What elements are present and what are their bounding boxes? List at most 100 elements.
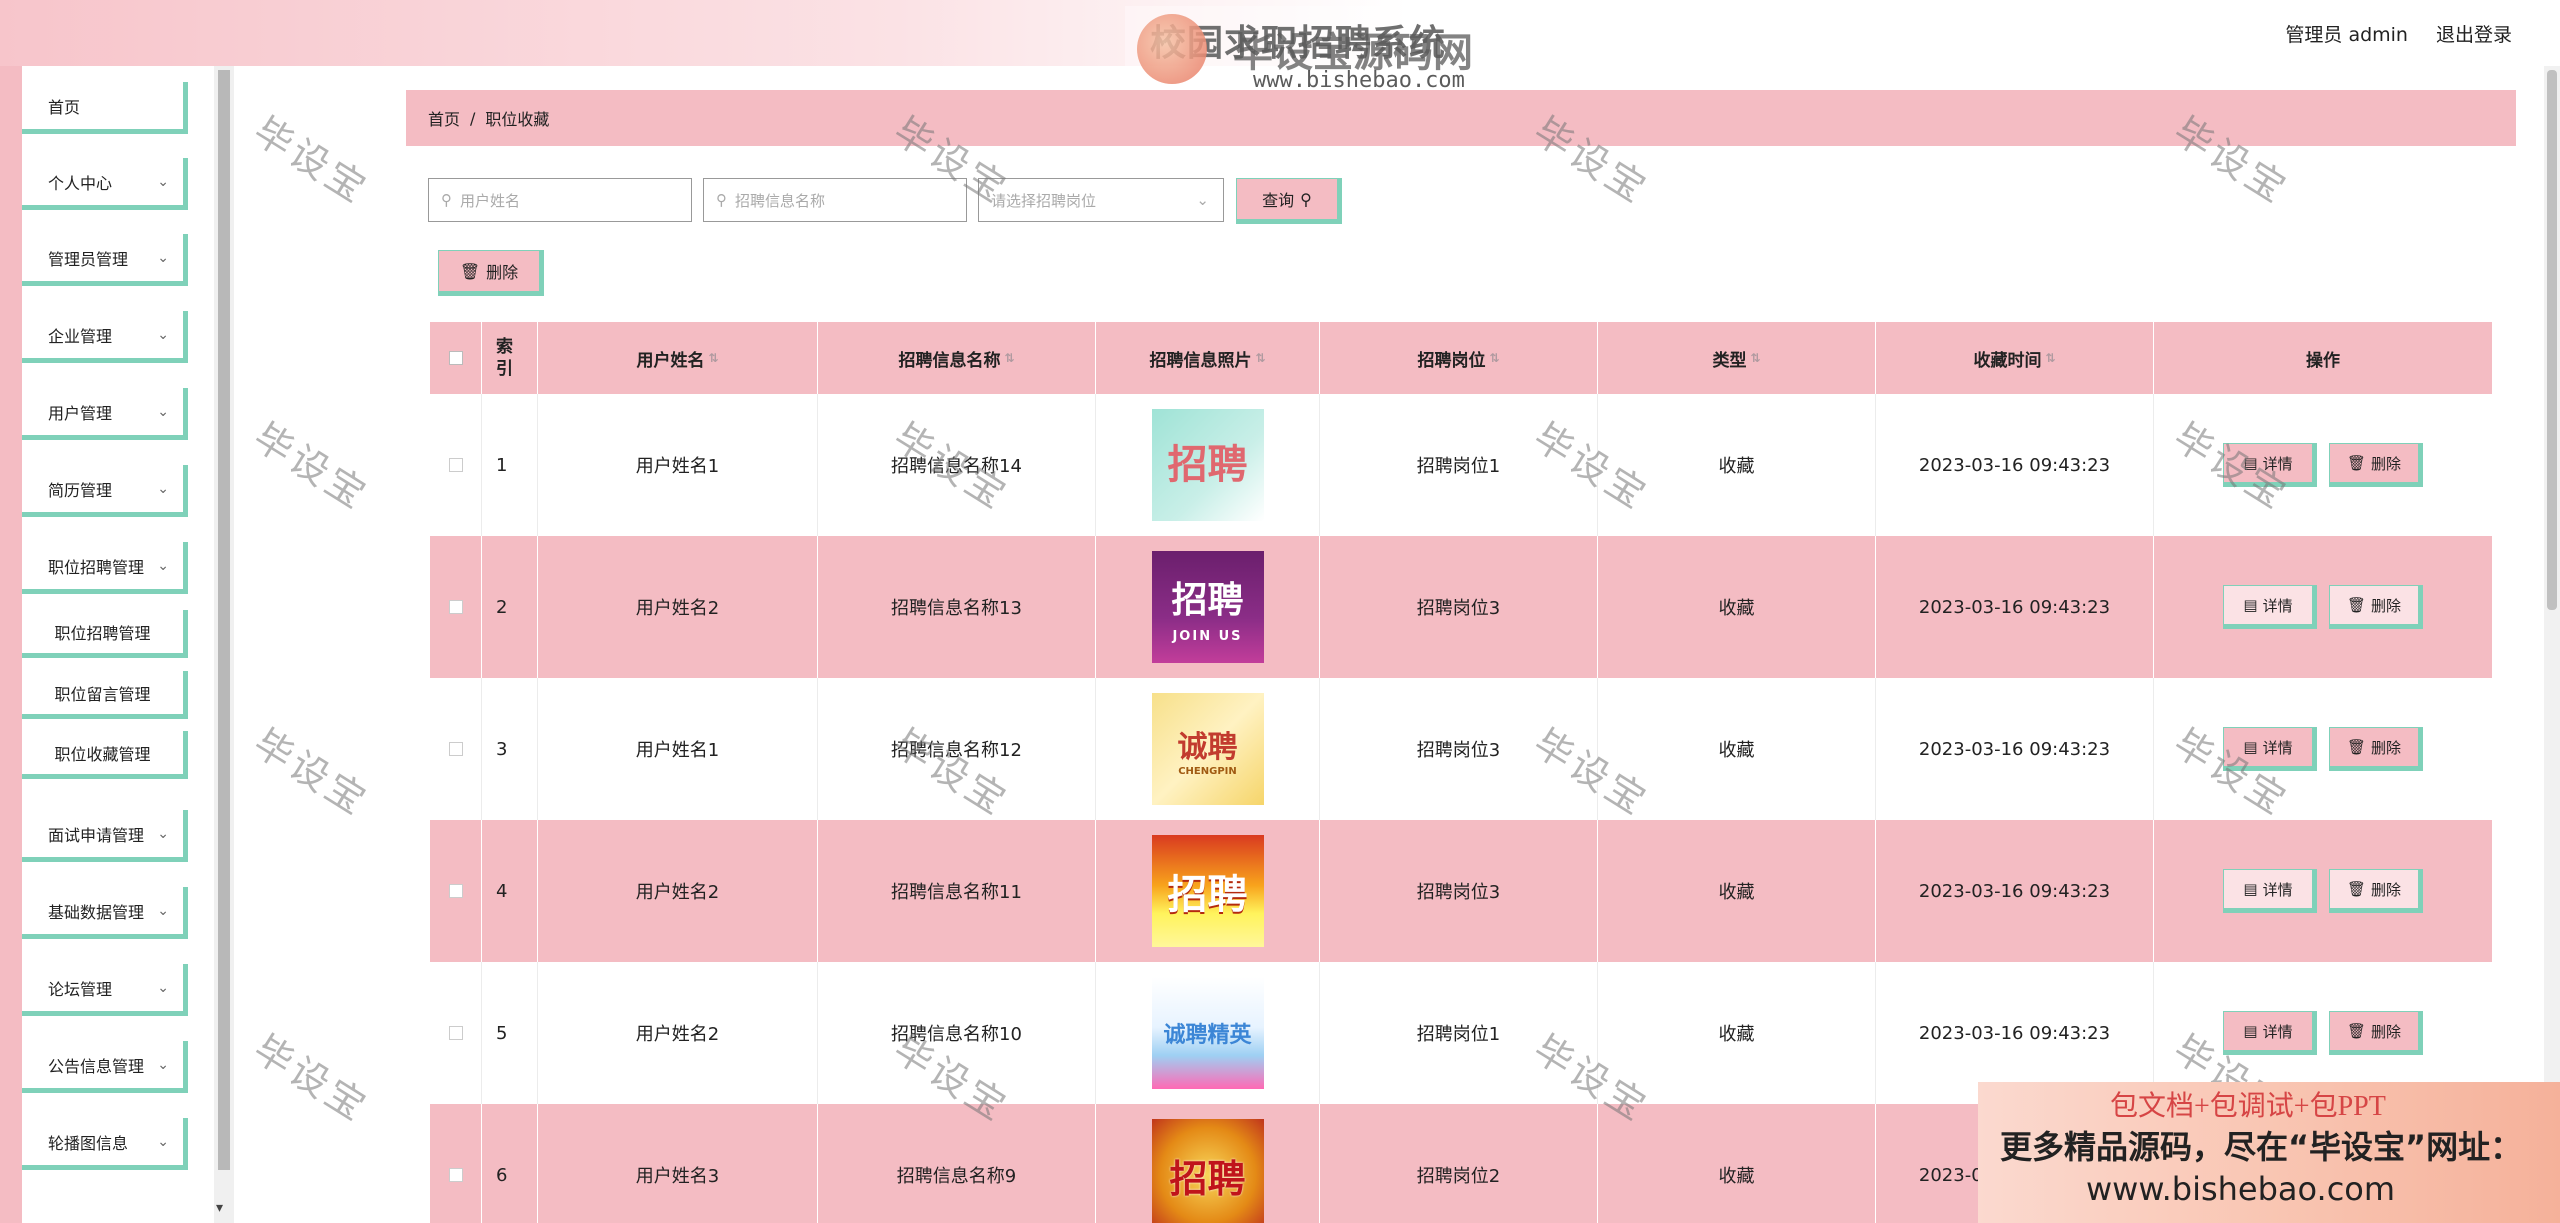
sort-icon[interactable]: ⇅ <box>708 351 718 365</box>
sidebar-accent-strip <box>0 66 22 1223</box>
header-recruit-name[interactable]: 招聘信息名称 ⇅ <box>818 322 1096 394</box>
sidebar-item-interview-management[interactable]: 面试申请管理 ⌄ <box>22 810 188 862</box>
detail-button[interactable]: ▤详情 <box>2223 443 2317 487</box>
delete-button[interactable]: 🗑删除 <box>2329 1011 2423 1055</box>
delete-button[interactable]: 🗑删除 <box>2329 869 2423 913</box>
detail-button[interactable]: ▤详情 <box>2223 1011 2317 1055</box>
row-photo-cell: 招聘 <box>1096 394 1320 536</box>
logout-link[interactable]: 退出登录 <box>2436 20 2512 47</box>
recruit-poster-image[interactable]: 诚聘 CHENGPIN <box>1151 693 1264 805</box>
row-photo-cell: 诚聘精英 <box>1096 962 1320 1104</box>
sidebar-item-admin-management[interactable]: 管理员管理 ⌄ <box>22 234 188 286</box>
sidebar-scrollbar-thumb[interactable] <box>218 70 230 1170</box>
sidebar-subitem-job-message[interactable]: 职位留言管理 <box>22 671 188 719</box>
header-recruit-photo-label: 招聘信息照片 <box>1149 350 1252 371</box>
row-position: 招聘岗位3 <box>1320 536 1598 678</box>
chevron-down-icon: ⌄ <box>157 174 169 190</box>
row-checkbox[interactable] <box>448 458 463 472</box>
sidebar-subitem-job-recruit[interactable]: 职位招聘管理 <box>22 610 188 658</box>
position-select[interactable]: 请选择招聘岗位 ⌄ <box>978 178 1224 222</box>
chevron-down-icon: ⌄ <box>1196 191 1209 209</box>
detail-button[interactable]: ▤详情 <box>2223 727 2317 771</box>
sidebar-subitem-job-collect[interactable]: 职位收藏管理 <box>22 731 188 779</box>
recruit-poster-image[interactable]: 招聘 JOIN US <box>1151 551 1264 663</box>
header-recruit-photo[interactable]: 招聘信息照片 ⇅ <box>1096 322 1320 394</box>
header-position[interactable]: 招聘岗位 ⇅ <box>1320 322 1598 394</box>
delete-button[interactable]: 🗑删除 <box>2329 585 2423 629</box>
mascot-icon <box>1137 14 1207 84</box>
sidebar-item-home[interactable]: 首页 <box>22 82 188 134</box>
detail-button[interactable]: ▤详情 <box>2223 585 2317 629</box>
trash-icon: 🗑 <box>2346 454 2367 472</box>
scroll-down-arrow-icon[interactable]: ▾ <box>216 1200 223 1216</box>
user-name-search-input[interactable]: ⚲ 用户姓名 <box>428 178 692 222</box>
sidebar-item-base-data-management[interactable]: 基础数据管理 ⌄ <box>22 887 188 939</box>
row-checkbox[interactable] <box>448 884 463 898</box>
document-icon: ▤ <box>2243 880 2258 898</box>
promo-url[interactable]: www.bishebao.com <box>2086 1170 2395 1208</box>
trash-icon: 🗑 <box>2346 1022 2367 1040</box>
sidebar-item-personal-center[interactable]: 个人中心 ⌄ <box>22 158 188 210</box>
chevron-down-icon: ⌄ <box>157 826 169 842</box>
chevron-down-icon: ⌄ <box>157 903 169 919</box>
row-position: 招聘岗位1 <box>1320 394 1598 536</box>
sidebar-item-forum-management[interactable]: 论坛管理 ⌄ <box>22 964 188 1016</box>
trash-icon: 🗑 <box>2346 738 2367 756</box>
select-all-checkbox[interactable] <box>448 351 463 365</box>
header-ops: 操作 <box>2154 322 2492 394</box>
recruit-poster-image[interactable]: 招聘 <box>1151 835 1264 947</box>
row-position: 招聘岗位1 <box>1320 962 1598 1104</box>
row-checkbox[interactable] <box>448 742 463 756</box>
sidebar-item-label: 简历管理 <box>48 480 113 500</box>
row-checkbox[interactable] <box>448 1168 463 1182</box>
detail-button-label: 详情 <box>2262 596 2293 615</box>
recruit-poster-image[interactable]: 招聘 <box>1151 409 1264 521</box>
recruit-name-search-input[interactable]: ⚲ 招聘信息名称 <box>703 178 967 222</box>
header-ops-label: 操作 <box>2306 350 2340 371</box>
row-index: 1 <box>482 394 538 536</box>
query-button[interactable]: 查询 ⚲ <box>1236 178 1342 224</box>
promo-banner[interactable]: 包文档+包调试+包PPT 更多精品源码，尽在“毕设宝”网址： www.bishe… <box>1978 1082 2560 1223</box>
sidebar-item-job-recruit-management[interactable]: 职位招聘管理 ⌄ <box>22 542 188 594</box>
header-index-label: 索引 <box>496 337 513 379</box>
sidebar-item-user-management[interactable]: 用户管理 ⌄ <box>22 388 188 440</box>
sidebar-item-label: 首页 <box>48 97 81 117</box>
row-ops: ▤详情 🗑删除 <box>2154 678 2492 820</box>
delete-button-label: 删除 <box>2371 880 2402 899</box>
sidebar-item-carousel-info[interactable]: 轮播图信息 ⌄ <box>22 1118 188 1170</box>
chevron-down-icon: ⌄ <box>157 558 169 574</box>
row-checkbox[interactable] <box>448 1026 463 1040</box>
sort-icon[interactable]: ⇅ <box>1750 351 1760 365</box>
main-scrollbar-thumb[interactable] <box>2547 70 2557 610</box>
document-icon: ▤ <box>2243 738 2258 756</box>
row-collect-time: 2023-03-16 09:43:23 <box>1876 394 2154 536</box>
sort-icon[interactable]: ⇅ <box>1489 351 1499 365</box>
poster-text: 诚聘 <box>1177 729 1238 765</box>
admin-user-label[interactable]: 管理员 admin <box>2285 20 2408 47</box>
delete-button[interactable]: 🗑删除 <box>2329 443 2423 487</box>
batch-delete-button[interactable]: 🗑 删除 <box>438 250 544 296</box>
delete-button[interactable]: 🗑删除 <box>2329 727 2423 771</box>
sort-icon[interactable]: ⇅ <box>1004 351 1014 365</box>
chevron-down-icon: ⌄ <box>157 327 169 343</box>
sidebar-item-company-management[interactable]: 企业管理 ⌄ <box>22 311 188 363</box>
header-user-name[interactable]: 用户姓名 ⇅ <box>538 322 818 394</box>
detail-button[interactable]: ▤详情 <box>2223 869 2317 913</box>
header-type[interactable]: 类型 ⇅ <box>1598 322 1876 394</box>
poster-subtext: JOIN US <box>1172 628 1243 644</box>
header-collect-time[interactable]: 收藏时间 ⇅ <box>1876 322 2154 394</box>
detail-button-label: 详情 <box>2262 1022 2293 1041</box>
sidebar-item-notice-management[interactable]: 公告信息管理 ⌄ <box>22 1041 188 1093</box>
row-recruit-name: 招聘信息名称11 <box>818 820 1096 962</box>
row-type: 收藏 <box>1598 820 1876 962</box>
row-index: 5 <box>482 962 538 1104</box>
recruit-poster-image[interactable]: 诚聘精英 <box>1151 977 1264 1089</box>
breadcrumb-home[interactable]: 首页 <box>428 106 460 130</box>
sidebar-item-resume-management[interactable]: 简历管理 ⌄ <box>22 465 188 517</box>
recruit-poster-image[interactable]: 招聘 <box>1151 1119 1264 1223</box>
sort-icon[interactable]: ⇅ <box>2045 351 2055 365</box>
sort-icon[interactable]: ⇅ <box>1255 351 1265 365</box>
row-checkbox[interactable] <box>448 600 463 614</box>
poster-text: 招聘 <box>1171 579 1244 621</box>
row-photo-cell: 招聘 <box>1096 1104 1320 1223</box>
